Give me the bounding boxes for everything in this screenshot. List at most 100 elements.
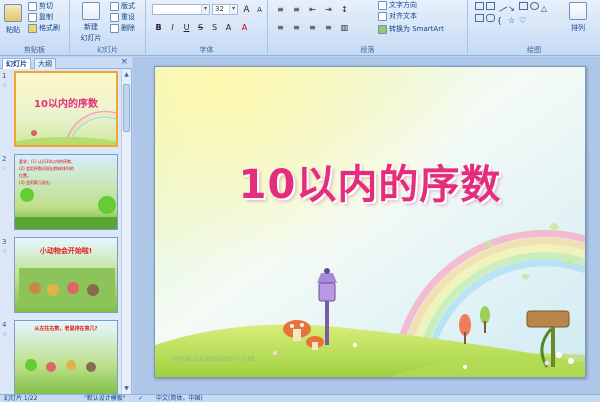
thumbnail-scrollbar[interactable]: ▲ ▼	[121, 70, 131, 394]
scrollbar-thumb[interactable]	[123, 84, 130, 132]
layout-icon	[110, 1, 119, 11]
align-left-button[interactable]: ≡	[274, 22, 287, 33]
font-group-label: 字体	[199, 46, 214, 54]
font-color-button[interactable]: A	[238, 22, 251, 33]
increase-indent-button[interactable]: ⇥	[322, 4, 335, 15]
scissors-icon	[28, 1, 37, 11]
arrange-icon	[569, 2, 587, 20]
brace-shape-icon[interactable]: {	[497, 16, 506, 25]
clipboard-group-label: 剪贴板	[24, 46, 45, 54]
slide-thumbnail[interactable]: 从左往右数，老鼠排在第几?	[14, 320, 118, 394]
thumbnail-row[interactable]: 3 ☆ 小动物会开始啦!	[0, 236, 122, 316]
oval-shape-icon[interactable]	[530, 2, 539, 10]
numbering-button[interactable]: ≡	[290, 4, 303, 15]
scroll-down-icon[interactable]: ▼	[122, 384, 131, 394]
powerpoint-window: 粘贴 剪切 复制 格式刷 剪贴板 新建 幻灯片 版式 重设 删除 幻灯片 ▾ 3…	[0, 0, 600, 402]
drawing-group-label: 绘图	[527, 46, 541, 54]
check-icon[interactable]: ✓	[138, 395, 143, 402]
font-size-combo[interactable]: 32 ▾	[212, 4, 238, 15]
justify-button[interactable]: ≡	[322, 22, 335, 33]
convert-smartart-button[interactable]: 转换为 SmartArt	[378, 24, 444, 34]
chevron-down-icon[interactable]: ▾	[229, 5, 237, 14]
cut-button[interactable]: 剪切	[28, 1, 53, 11]
shrink-font-button[interactable]: A	[253, 4, 266, 15]
format-painter-button[interactable]: 格式刷	[28, 23, 60, 33]
layout-button[interactable]: 版式	[110, 1, 135, 11]
tab-outline[interactable]: 大纲	[34, 58, 56, 69]
rectangle-shape-icon[interactable]	[475, 2, 484, 10]
language-indicator[interactable]: 中文(简体，中国)	[156, 395, 203, 402]
paste-icon	[4, 4, 22, 22]
copy-icon	[28, 12, 37, 22]
ribbon: 粘贴 剪切 复制 格式刷 剪贴板 新建 幻灯片 版式 重设 删除 幻灯片 ▾ 3…	[0, 0, 600, 56]
align-right-button[interactable]: ≡	[306, 22, 319, 33]
panel-tabs: 幻灯片 大纲 ×	[0, 57, 132, 69]
italic-button[interactable]: I	[166, 22, 179, 33]
slide-title[interactable]: 10以内的序数	[155, 152, 585, 210]
copy-button[interactable]: 复制	[28, 12, 53, 22]
arrow-shape-icon[interactable]: ↘	[508, 4, 517, 13]
slide-thumbnail[interactable]: 10以内的序数	[14, 71, 118, 147]
heart-shape-icon[interactable]: ♡	[519, 16, 528, 25]
star-shape-icon[interactable]: ☆	[508, 16, 517, 25]
bullets-button[interactable]: ≡	[274, 4, 287, 15]
strikethrough-button[interactable]: S	[194, 22, 207, 33]
close-icon[interactable]: ×	[120, 57, 128, 67]
decrease-indent-button[interactable]: ⇤	[306, 4, 319, 15]
star-icon: ☆	[2, 331, 8, 338]
tab-slides[interactable]: 幻灯片	[2, 58, 31, 69]
line-spacing-button[interactable]: ↕	[338, 4, 351, 15]
slide-number: 3	[2, 238, 7, 246]
slides-group: 新建 幻灯片 版式 重设 删除 幻灯片	[70, 0, 146, 56]
slide-thumbnail[interactable]: 小动物会开始啦!	[14, 237, 118, 313]
slide-number: 1	[2, 72, 7, 80]
rounded-rect-shape-icon[interactable]	[486, 14, 495, 22]
delete-button[interactable]: 删除	[110, 23, 135, 33]
star-icon: ☆	[2, 82, 8, 89]
reset-button[interactable]: 重设	[110, 12, 135, 22]
new-slide-button[interactable]: 新建 幻灯片	[78, 2, 104, 43]
columns-button[interactable]: ▥	[338, 22, 351, 33]
star-icon: ☆	[2, 248, 8, 255]
line-shape-icon[interactable]	[495, 0, 508, 12]
status-bar: 幻灯片 1/22 "默认设计模板" ✓ 中文(简体，中国)	[0, 394, 600, 402]
thumbnail-row[interactable]: 1 ☆ 10以内的序数	[0, 70, 122, 150]
paste-button[interactable]: 粘贴	[2, 4, 24, 35]
slide-editing-area: 10以内的序数 www.zixuekaoshi.net	[133, 57, 600, 394]
paragraph-group: ≡ ≡ ⇤ ⇥ ↕ ≡ ≡ ≡ ≡ ▥ 文字方向 对齐文本 转换为 SmartA…	[268, 0, 468, 56]
rectangle-shape-icon[interactable]	[519, 2, 528, 10]
thumbnail-row[interactable]: 2 ☆ 要求：(1) 认识10以内的序数, (2) 会用序数词说出物体排列的 位…	[0, 153, 122, 233]
bold-button[interactable]: B	[152, 22, 165, 33]
current-slide[interactable]: 10以内的序数 www.zixuekaoshi.net	[154, 66, 586, 378]
clipboard-group: 粘贴 剪切 复制 格式刷 剪贴板	[0, 0, 70, 56]
reset-icon	[110, 12, 119, 22]
shadow-button[interactable]: S	[208, 22, 221, 33]
slide-background	[155, 67, 585, 377]
new-slide-icon	[82, 2, 100, 20]
underline-button[interactable]: U	[180, 22, 193, 33]
align-center-button[interactable]: ≡	[290, 22, 303, 33]
shapes-gallery[interactable]: ↘ △ {☆ ♡	[474, 0, 558, 25]
char-spacing-button[interactable]: A	[222, 22, 235, 33]
scroll-up-icon[interactable]: ▲	[122, 70, 131, 80]
watermark-text: www.zixuekaoshi.net	[171, 354, 256, 363]
align-text-button[interactable]: 对齐文本	[378, 11, 417, 21]
paragraph-group-label: 段落	[360, 46, 375, 54]
font-name-combo[interactable]: ▾	[152, 4, 210, 15]
thumbnail-art	[15, 188, 117, 229]
thumbnail-row[interactable]: 4 ☆ 从左往右数，老鼠排在第几?	[0, 319, 122, 394]
text-direction-icon	[378, 0, 387, 10]
slide-number: 2	[2, 155, 7, 163]
rectangle-shape-icon[interactable]	[475, 14, 484, 22]
triangle-shape-icon[interactable]: △	[541, 4, 550, 13]
align-text-icon	[378, 11, 387, 21]
thumbnail-art	[19, 268, 115, 308]
smartart-icon	[378, 24, 387, 34]
slide-thumbnail[interactable]: 要求：(1) 认识10以内的序数, (2) 会用序数词说出物体排列的 位置。 (…	[14, 154, 118, 230]
chevron-down-icon[interactable]: ▾	[201, 5, 209, 14]
text-direction-button[interactable]: 文字方向	[378, 0, 417, 10]
rectangle-shape-icon[interactable]	[486, 2, 495, 10]
arrange-button[interactable]: 排列	[564, 2, 592, 33]
grow-font-button[interactable]: A	[240, 4, 253, 15]
thumbnail-title: 10以内的序数	[34, 99, 98, 110]
